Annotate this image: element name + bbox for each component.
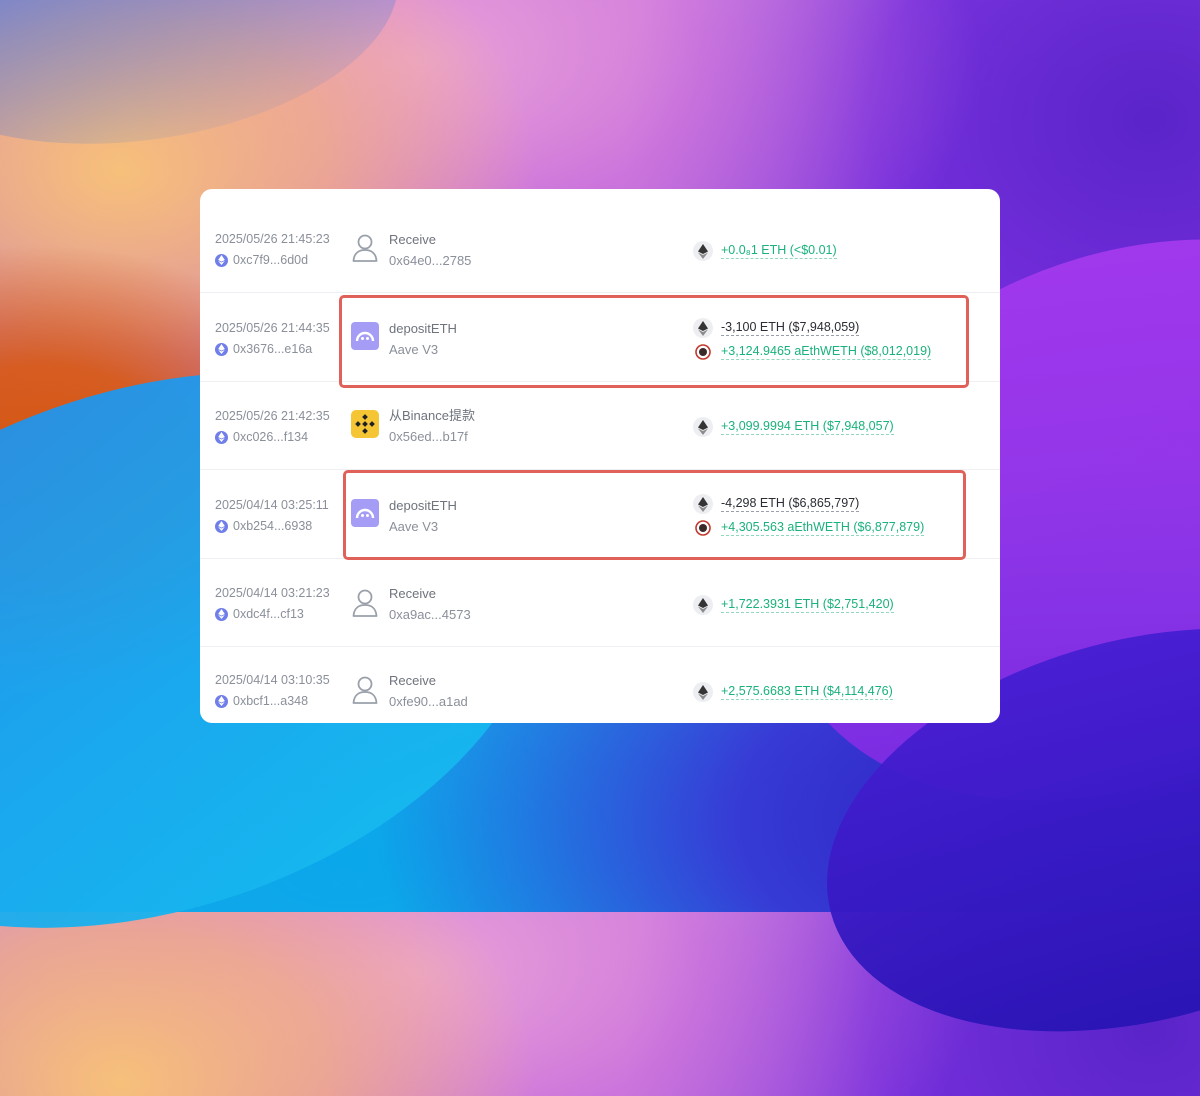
eth-icon (693, 417, 713, 437)
user-icon (350, 675, 380, 705)
ethereum-chain-icon (215, 694, 228, 708)
aave-logo-icon (351, 499, 379, 527)
tx-type-label: Receive (389, 232, 436, 247)
transaction-history-card: 2025/05/26 21:45:23 0xc7f9...6d0d Receiv… (200, 189, 1000, 723)
amount-value[interactable]: +4,305.563 aEthWETH ($6,877,879) (721, 520, 925, 536)
ethereum-chain-icon (215, 342, 228, 356)
eth-icon (693, 318, 713, 338)
user-icon (350, 588, 380, 618)
amount-value[interactable]: +1,722.3931 ETH ($2,751,420) (721, 597, 894, 613)
tx-hash-link[interactable]: 0xdc4f...cf13 (233, 607, 304, 621)
transaction-row[interactable]: 2025/04/14 03:21:23 0xdc4f...cf13 Receiv… (200, 558, 1000, 647)
transaction-row[interactable]: 2025/05/26 21:42:35 0xc026...f134 从Binan… (200, 381, 1000, 470)
eth-icon (693, 682, 713, 702)
ethereum-chain-icon (215, 519, 228, 533)
tx-type-label: Receive (389, 673, 436, 688)
tx-hash-link[interactable]: 0xbcf1...a348 (233, 694, 308, 708)
ethereum-chain-icon (215, 430, 228, 444)
counterparty-address[interactable]: Aave V3 (389, 342, 457, 358)
aethweth-icon (693, 342, 713, 362)
ethereum-chain-icon (215, 253, 228, 267)
user-icon (350, 233, 380, 263)
amount-value[interactable]: +3,099.9994 ETH ($7,948,057) (721, 419, 894, 435)
amount-value[interactable]: -4,298 ETH ($6,865,797) (721, 496, 860, 512)
tx-time: 2025/04/14 03:21:23 (215, 586, 330, 600)
transaction-row[interactable]: 2025/04/14 03:10:35 0xbcf1...a348 Receiv… (200, 646, 1000, 723)
tx-time: 2025/04/14 03:25:11 (215, 498, 329, 512)
aave-logo-icon (351, 322, 379, 350)
tx-type-label: depositETH (389, 498, 457, 513)
transaction-row[interactable]: 2025/05/26 21:45:23 0xc7f9...6d0d Receiv… (200, 189, 1000, 293)
counterparty-address[interactable]: 0xfe90...a1ad (389, 694, 468, 710)
tx-hash-link[interactable]: 0x3676...e16a (233, 342, 312, 356)
eth-icon (693, 494, 713, 514)
tx-type-label: Receive (389, 586, 436, 601)
eth-icon (693, 241, 713, 261)
tx-time: 2025/04/14 03:10:35 (215, 673, 330, 687)
tx-type-label: depositETH (389, 321, 457, 336)
transaction-row[interactable]: 2025/05/26 21:44:35 0x3676...e16a deposi… (200, 292, 1000, 382)
transaction-row[interactable]: 2025/04/14 03:25:11 0xb254...6938 deposi… (200, 469, 1000, 559)
aethweth-icon (693, 518, 713, 538)
tx-time: 2025/05/26 21:44:35 (215, 321, 330, 335)
tx-time: 2025/05/26 21:45:23 (215, 232, 330, 246)
counterparty-address[interactable]: 0x56ed...b17f (389, 429, 475, 445)
amount-value[interactable]: -3,100 ETH ($7,948,059) (721, 320, 860, 336)
binance-logo-icon (351, 410, 379, 438)
ethereum-chain-icon (215, 607, 228, 621)
amount-value[interactable]: +0.0₈1 ETH (<$0.01) (721, 243, 837, 259)
tx-time: 2025/05/26 21:42:35 (215, 409, 330, 423)
tx-hash-link[interactable]: 0xb254...6938 (233, 519, 312, 533)
counterparty-address[interactable]: 0xa9ac...4573 (389, 607, 471, 623)
tx-type-label: 从Binance提款 (389, 408, 475, 423)
tx-hash-link[interactable]: 0xc026...f134 (233, 430, 308, 444)
background-swoosh (0, 0, 416, 175)
tx-hash-link[interactable]: 0xc7f9...6d0d (233, 253, 308, 267)
amount-value[interactable]: +3,124.9465 aEthWETH ($8,012,019) (721, 344, 932, 360)
counterparty-address[interactable]: Aave V3 (389, 519, 457, 535)
counterparty-address[interactable]: 0x64e0...2785 (389, 253, 471, 269)
eth-icon (693, 595, 713, 615)
amount-value[interactable]: +2,575.6683 ETH ($4,114,476) (721, 684, 893, 700)
